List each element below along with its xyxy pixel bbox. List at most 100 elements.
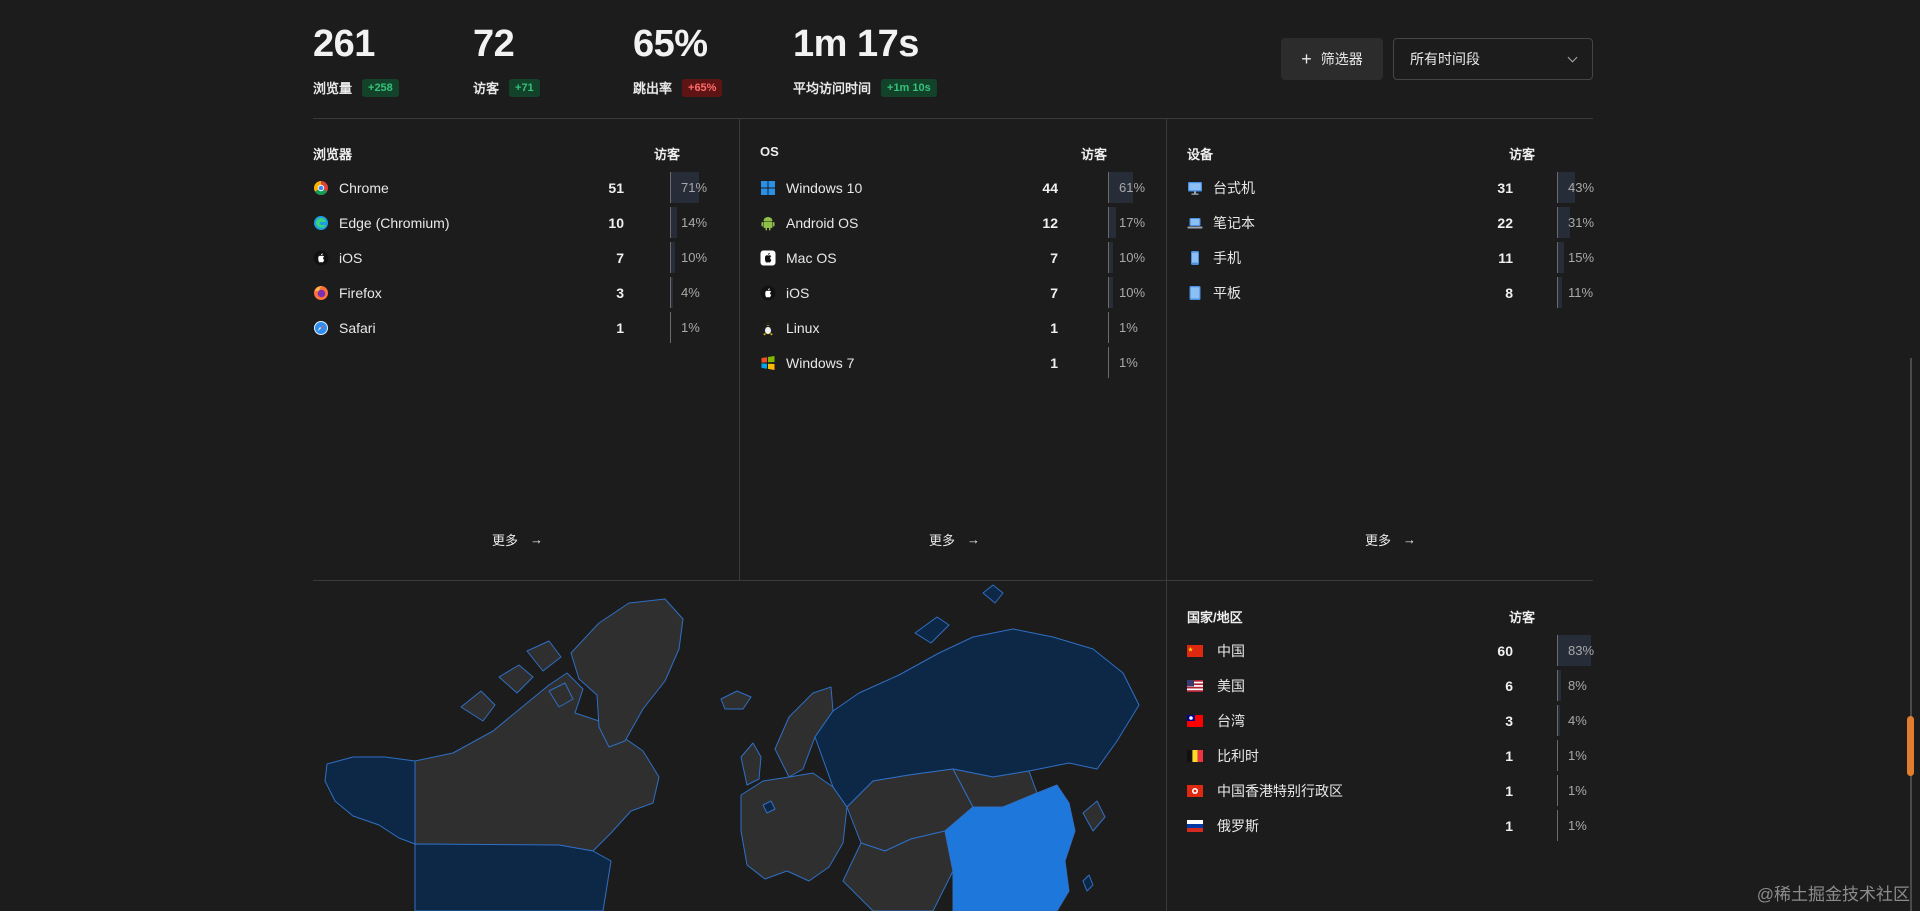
item-percent: 1%	[1568, 818, 1587, 833]
edge-icon	[313, 215, 329, 231]
plus-icon: +	[1301, 48, 1312, 69]
list-item[interactable]: 手机 11 15%	[1167, 240, 1594, 275]
item-label: 台式机	[1213, 179, 1255, 196]
item-count: 44	[1042, 179, 1058, 196]
percent-bar-fill	[671, 277, 673, 308]
list-item[interactable]: Windows 10 44 61%	[740, 170, 1166, 205]
percent-bar-fill	[1558, 277, 1562, 308]
percent-bar: 83%	[1557, 635, 1602, 666]
item-percent: 4%	[681, 285, 700, 300]
list-item[interactable]: iOS 7 10%	[740, 275, 1166, 310]
item-percent: 4%	[1568, 713, 1587, 728]
list-item[interactable]: iOS 7 10%	[313, 240, 739, 275]
device-list: 台式机 31 43% 笔记本 22 31% 手机 11 15% 平板 8 11%	[1167, 170, 1595, 310]
item-count: 11	[1498, 249, 1513, 266]
list-item[interactable]: Linux 1 1%	[740, 310, 1166, 345]
list-item[interactable]: 台湾 3 4%	[1167, 703, 1593, 738]
item-percent: 11%	[1568, 285, 1594, 300]
list-item[interactable]: 美国 6 8%	[1167, 668, 1593, 703]
flag-tw-icon	[1187, 713, 1203, 729]
item-percent: 1%	[1119, 320, 1138, 335]
list-item[interactable]: 台式机 31 43%	[1167, 170, 1595, 205]
list-item[interactable]: 中国香港特别行政区 1 1%	[1167, 773, 1593, 808]
android-icon	[760, 215, 776, 231]
firefox-icon	[313, 285, 329, 301]
scrollbar-thumb[interactable]	[1907, 716, 1914, 776]
mobile-icon	[1187, 250, 1203, 266]
more-link[interactable]: 更多 →	[492, 530, 543, 549]
percent-bar-fill	[671, 207, 677, 238]
map-region-japan	[1082, 800, 1106, 832]
percent-bar: 8%	[1557, 670, 1602, 701]
stat-bounce-rate: 65% 跳出率 +65%	[633, 22, 723, 97]
list-item[interactable]: 笔记本 22 31%	[1167, 205, 1594, 240]
item-count: 3	[616, 284, 624, 301]
percent-bar: 61%	[1108, 172, 1153, 203]
item-percent: 10%	[1119, 250, 1146, 265]
arrow-right-icon: →	[967, 532, 981, 547]
percent-bar: 10%	[670, 242, 715, 273]
more-link[interactable]: 更多 →	[1365, 530, 1416, 549]
item-count: 31	[1497, 179, 1513, 196]
windows-icon	[760, 180, 776, 196]
item-count: 51	[608, 179, 624, 196]
vertical-scrollbar[interactable]	[1902, 0, 1920, 911]
item-label: Safari	[339, 319, 376, 336]
item-label: 台湾	[1217, 712, 1245, 729]
map-region-iceland	[720, 690, 752, 710]
percent-bar-fill	[671, 242, 675, 273]
item-percent: 43%	[1568, 180, 1595, 195]
percent-bar: 11%	[1557, 277, 1602, 308]
map-region-uk	[740, 742, 762, 786]
list-item[interactable]: 平板 8 11%	[1167, 275, 1593, 310]
desktop-icon	[1187, 180, 1203, 196]
map-region-alaska	[324, 756, 416, 845]
item-percent: 1%	[1568, 783, 1587, 798]
item-count: 60	[1497, 642, 1513, 659]
item-label: Windows 7	[786, 354, 855, 371]
tablet-icon	[1187, 285, 1203, 301]
stat-label: 浏览量	[313, 81, 353, 96]
list-item[interactable]: 俄罗斯 1 1%	[1167, 808, 1593, 843]
list-item[interactable]: 中国 60 83%	[1167, 633, 1594, 668]
more-link[interactable]: 更多 →	[929, 530, 980, 549]
apple-icon	[760, 285, 776, 301]
flag-be-icon	[1187, 748, 1203, 764]
column-header: 访客	[654, 147, 681, 162]
list-item[interactable]: Chrome 51 71%	[313, 170, 739, 205]
stat-value: 1m 17s	[793, 23, 919, 65]
world-map[interactable]	[313, 581, 1167, 911]
filter-button[interactable]: + 筛选器	[1281, 38, 1383, 80]
list-item[interactable]: Edge (Chromium) 10 14%	[313, 205, 739, 240]
percent-bar: 1%	[1108, 347, 1153, 378]
item-percent: 1%	[1568, 748, 1587, 763]
list-item[interactable]: 比利时 1 1%	[1167, 738, 1593, 773]
country-list: 中国 60 83% 美国 6 8% 台湾 3 4% 比利时 1 1% 中国香港特别行政区 1 1% 俄罗斯 1 1…	[1167, 633, 1594, 843]
item-percent: 14%	[681, 215, 708, 230]
item-percent: 71%	[681, 180, 708, 195]
item-count: 1	[1505, 817, 1513, 834]
dashboard: 261 浏览量 +258 72 访客 +71 65% 跳出率 +65% 1m 1…	[313, 0, 1595, 911]
percent-bar-fill	[1109, 207, 1116, 238]
item-label: 俄罗斯	[1217, 817, 1259, 834]
flag-hk-icon	[1187, 783, 1203, 799]
date-range-select[interactable]: 所有时间段	[1393, 38, 1593, 80]
macos-icon	[760, 250, 776, 266]
item-count: 7	[616, 249, 624, 266]
country-panel: 国家/地区 访客 中国 60 83% 美国 6 8% 台湾 3 4% 比利时 1 1% 中国香港特别行政…	[1167, 581, 1594, 911]
list-item[interactable]: Windows 7 1 1%	[740, 345, 1166, 380]
percent-bar-fill	[1558, 670, 1561, 701]
item-count: 1	[1050, 354, 1058, 371]
list-item[interactable]: Mac OS 7 10%	[740, 240, 1166, 275]
list-item[interactable]: Safari 1 1%	[313, 310, 739, 345]
stat-avg-visit-time: 1m 17s 平均访问时间 +1m 10s	[793, 22, 937, 97]
map-region-europe	[740, 772, 848, 882]
percent-bar: 10%	[1108, 242, 1153, 273]
stat-value: 65%	[633, 23, 708, 65]
change-badge: +258	[362, 78, 399, 97]
change-badge: +71	[509, 78, 540, 97]
chrome-icon	[313, 180, 329, 196]
item-percent: 61%	[1119, 180, 1146, 195]
list-item[interactable]: Android OS 12 17%	[740, 205, 1166, 240]
list-item[interactable]: Firefox 3 4%	[313, 275, 739, 310]
